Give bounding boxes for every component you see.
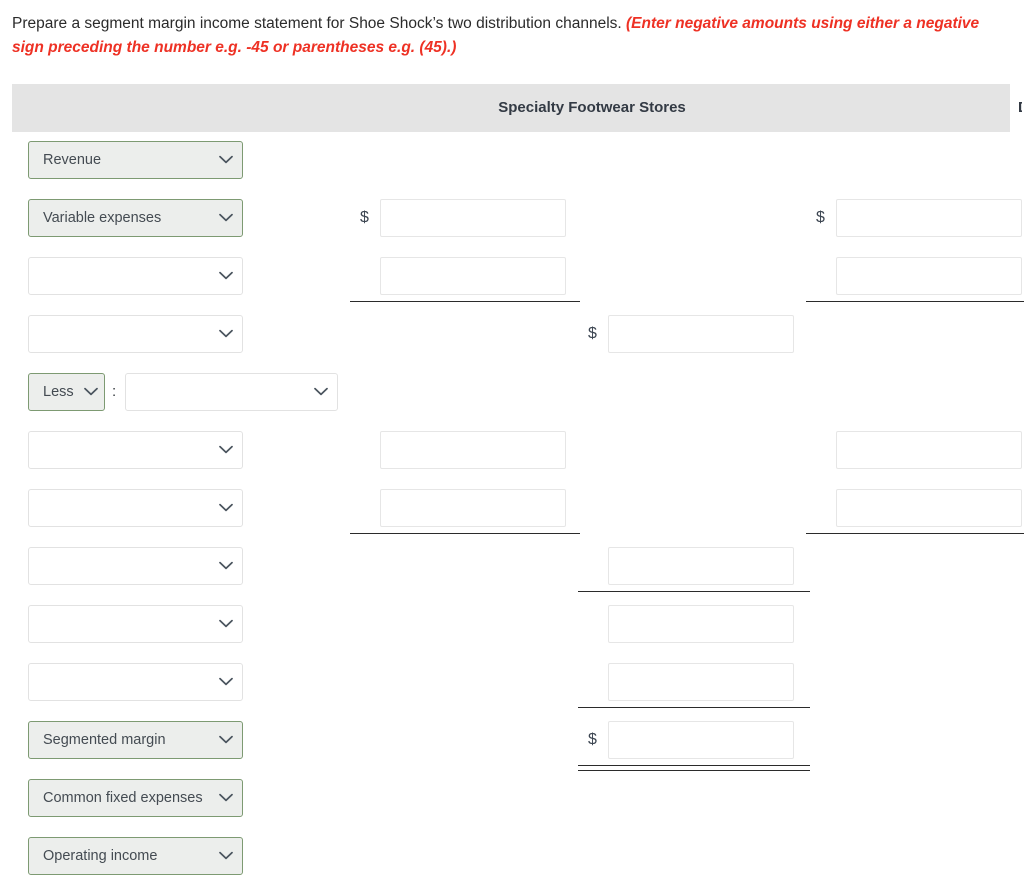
amount-input-colb[interactable]: [608, 721, 794, 759]
row-sublabel-select-less-row[interactable]: [125, 373, 338, 411]
statement-row: Operating income: [0, 828, 1024, 886]
amount-input-cola[interactable]: [380, 199, 566, 237]
income-statement-sheet: Revenue Variable expenses $ $ $ Less: Segmente…: [0, 132, 1024, 886]
amount-input-colb[interactable]: [608, 315, 794, 353]
amount-input-cola[interactable]: [380, 257, 566, 295]
colon-separator: :: [112, 383, 117, 400]
statement-row: [0, 422, 1024, 480]
statement-row: Segmented margin $: [0, 712, 1024, 770]
row-label-select-value: Less: [43, 384, 74, 400]
row-label-select-blank-row-1[interactable]: [28, 257, 243, 295]
total-double-rule: [578, 765, 810, 771]
row-label-select-variable-expenses[interactable]: Variable expenses: [28, 199, 243, 237]
row-label-select-value: Segmented margin: [43, 732, 166, 748]
row-label-select-subtotal-row-2[interactable]: [28, 605, 243, 643]
amount-input-colb[interactable]: [608, 605, 794, 643]
amount-input-colc[interactable]: [836, 431, 1022, 469]
statement-row: $: [0, 306, 1024, 364]
subtotal-rule: [806, 533, 1024, 534]
amount-input-colb[interactable]: [608, 547, 794, 585]
subtotal-rule: [350, 301, 580, 302]
chevron-down-icon: [219, 780, 233, 816]
subtotal-rule: [806, 301, 1024, 302]
chevron-down-icon: [219, 722, 233, 758]
row-label-select-subtotal-row-3[interactable]: [28, 663, 243, 701]
row-label-select-operating-income[interactable]: Operating income: [28, 837, 243, 875]
dollar-sign: $: [588, 325, 597, 342]
dollar-sign: $: [588, 731, 597, 748]
row-label-select-less-row[interactable]: Less: [28, 373, 105, 411]
table-header-band: Specialty Footwear Stores D: [12, 84, 1022, 132]
statement-row: [0, 596, 1024, 654]
statement-row: [0, 248, 1024, 306]
chevron-down-icon: [219, 490, 233, 526]
row-label-select-subtotal-row-1[interactable]: [28, 547, 243, 585]
chevron-down-icon: [219, 316, 233, 352]
dollar-sign: $: [360, 209, 369, 226]
chevron-down-icon: [219, 838, 233, 874]
row-label-select-segmented-margin[interactable]: Segmented margin: [28, 721, 243, 759]
chevron-down-icon: [219, 258, 233, 294]
chevron-down-icon: [219, 200, 233, 236]
amount-input-colc[interactable]: [836, 199, 1022, 237]
chevron-down-icon: [219, 606, 233, 642]
row-label-select-contribution-margin-row[interactable]: [28, 315, 243, 353]
instruction-text: Prepare a segment margin income statemen…: [12, 12, 1002, 60]
row-label-select-revenue[interactable]: Revenue: [28, 141, 243, 179]
column-header-department-stores: D: [822, 84, 1022, 132]
statement-row: [0, 538, 1024, 596]
amount-input-cola[interactable]: [380, 489, 566, 527]
chevron-down-icon: [219, 548, 233, 584]
chevron-down-icon: [219, 664, 233, 700]
amount-input-colb[interactable]: [608, 663, 794, 701]
statement-row: Common fixed expenses: [0, 770, 1024, 828]
subtotal-rule: [578, 707, 810, 708]
chevron-down-icon: [84, 374, 98, 410]
row-label-select-fixed-expense-row-2[interactable]: [28, 489, 243, 527]
chevron-down-icon: [314, 374, 328, 410]
row-label-select-fixed-expense-row-1[interactable]: [28, 431, 243, 469]
row-label-select-value: Operating income: [43, 848, 158, 864]
subtotal-rule: [578, 591, 810, 592]
amount-input-colc[interactable]: [836, 489, 1022, 527]
row-label-select-value: Variable expenses: [43, 210, 162, 226]
statement-row: Less:: [0, 364, 1024, 422]
row-label-select-value: Common fixed expenses: [43, 790, 203, 806]
statement-row: [0, 654, 1024, 712]
amount-input-colc[interactable]: [836, 257, 1022, 295]
statement-row: Variable expenses $ $: [0, 190, 1024, 248]
row-label-select-value: Revenue: [43, 152, 102, 168]
row-label-select-common-fixed-expenses[interactable]: Common fixed expenses: [28, 779, 243, 817]
instruction-prompt: Prepare a segment margin income statemen…: [12, 15, 622, 32]
column-header-specialty-footwear-stores: Specialty Footwear Stores: [498, 99, 686, 116]
chevron-down-icon: [219, 142, 233, 178]
amount-input-cola[interactable]: [380, 431, 566, 469]
chevron-down-icon: [219, 432, 233, 468]
statement-row: Revenue: [0, 132, 1024, 190]
subtotal-rule: [350, 533, 580, 534]
dollar-sign: $: [816, 209, 825, 226]
statement-row: [0, 480, 1024, 538]
